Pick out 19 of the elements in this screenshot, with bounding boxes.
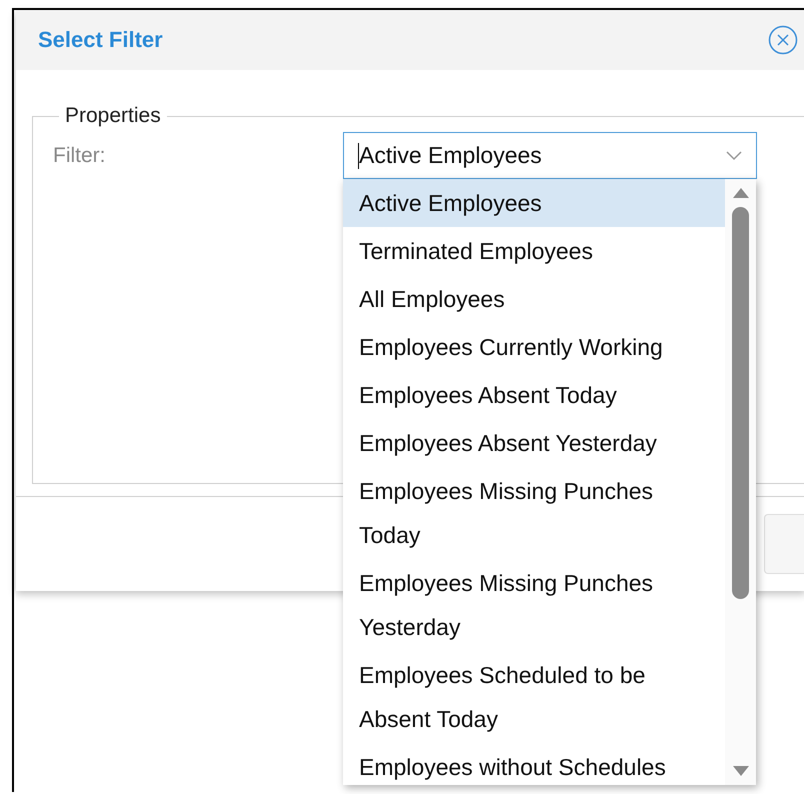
- dropdown-option[interactable]: Employees Absent Yesterday: [343, 419, 725, 467]
- close-icon[interactable]: [768, 25, 798, 55]
- scroll-up-icon[interactable]: [732, 187, 750, 199]
- dropdown-option[interactable]: All Employees: [343, 275, 725, 323]
- dropdown-option[interactable]: Employees Absent Today: [343, 371, 725, 419]
- filter-label: Filter:: [53, 143, 106, 168]
- dropdown-option[interactable]: Employees without Schedules: [343, 743, 725, 785]
- group-legend: Properties: [59, 104, 167, 128]
- scroll-down-icon[interactable]: [732, 765, 750, 777]
- chevron-down-icon: [726, 150, 742, 160]
- dropdown-option[interactable]: Employees Scheduled to be Absent Today: [343, 651, 725, 743]
- dropdown-option[interactable]: Terminated Employees: [343, 227, 725, 275]
- dropdown-option[interactable]: Active Employees: [343, 179, 725, 227]
- dropdown-option[interactable]: Employees Missing Punches Yesterday: [343, 559, 725, 651]
- filter-select[interactable]: Active Employees: [343, 132, 757, 179]
- dropdown-option[interactable]: Employees Currently Working: [343, 323, 725, 371]
- dialog-title: Select Filter: [38, 27, 163, 53]
- dropdown-option[interactable]: Employees Missing Punches Today: [343, 467, 725, 559]
- scrollbar-thumb[interactable]: [732, 207, 749, 599]
